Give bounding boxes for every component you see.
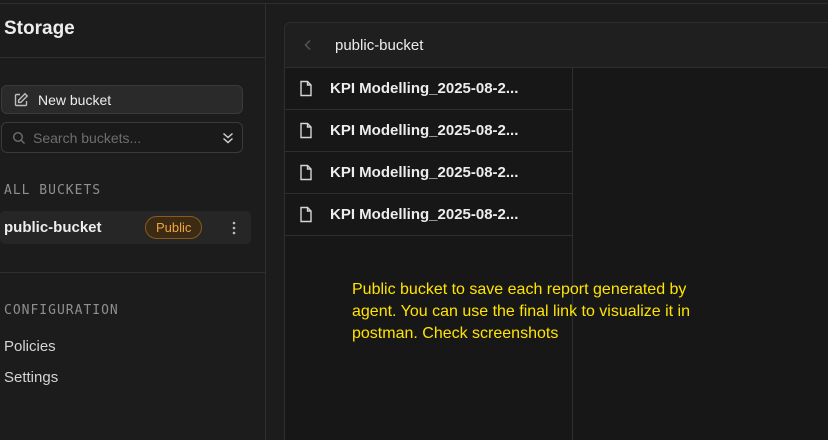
- file-name: KPI Modelling_2025-08-2...: [330, 122, 519, 139]
- file-name: KPI Modelling_2025-08-2...: [330, 164, 519, 181]
- nav-settings[interactable]: Settings: [4, 369, 58, 386]
- file-row[interactable]: KPI Modelling_2025-08-2...: [285, 110, 572, 152]
- file-row[interactable]: KPI Modelling_2025-08-2...: [285, 194, 572, 236]
- new-bucket-button[interactable]: New bucket: [1, 85, 243, 114]
- file-explorer: public-bucket KPI Modelling_2025-08-2...…: [284, 22, 828, 440]
- file-row[interactable]: KPI Modelling_2025-08-2...: [285, 152, 572, 194]
- configuration-heading: CONFIGURATION: [4, 303, 119, 318]
- file-icon: [298, 164, 314, 181]
- sidebar-divider: [0, 272, 266, 273]
- search-buckets-input[interactable]: [33, 129, 220, 146]
- edit-icon: [13, 92, 29, 108]
- chevron-left-icon[interactable]: [301, 38, 315, 52]
- file-name: KPI Modelling_2025-08-2...: [330, 80, 519, 97]
- chevrons-down-icon[interactable]: [220, 130, 236, 146]
- all-buckets-heading: ALL BUCKETS: [4, 183, 102, 198]
- bucket-title: public-bucket: [335, 36, 424, 54]
- new-bucket-label: New bucket: [38, 91, 112, 108]
- file-icon: [298, 122, 314, 139]
- search-buckets-field: [1, 122, 243, 153]
- file-name: KPI Modelling_2025-08-2...: [330, 206, 519, 223]
- file-icon: [298, 80, 314, 97]
- search-icon: [12, 131, 26, 145]
- public-badge: Public: [145, 216, 203, 239]
- nav-policies[interactable]: Policies: [4, 338, 56, 355]
- sidebar-divider: [0, 57, 266, 58]
- explorer-header: public-bucket: [285, 23, 828, 68]
- bucket-name: public-bucket: [4, 219, 102, 236]
- file-column: KPI Modelling_2025-08-2... KPI Modelling…: [285, 68, 573, 440]
- main-panel: public-bucket KPI Modelling_2025-08-2...…: [266, 4, 828, 440]
- file-row[interactable]: KPI Modelling_2025-08-2...: [285, 68, 572, 110]
- sidebar-title: Storage: [4, 18, 75, 39]
- storage-sidebar: Storage New bucket ALL BUCKETS public: [0, 4, 266, 440]
- annotation-note: Public bucket to save each report genera…: [352, 281, 690, 342]
- bucket-item-public-bucket[interactable]: public-bucket Public: [0, 211, 251, 244]
- file-icon: [298, 206, 314, 223]
- more-options-icon[interactable]: [226, 219, 242, 236]
